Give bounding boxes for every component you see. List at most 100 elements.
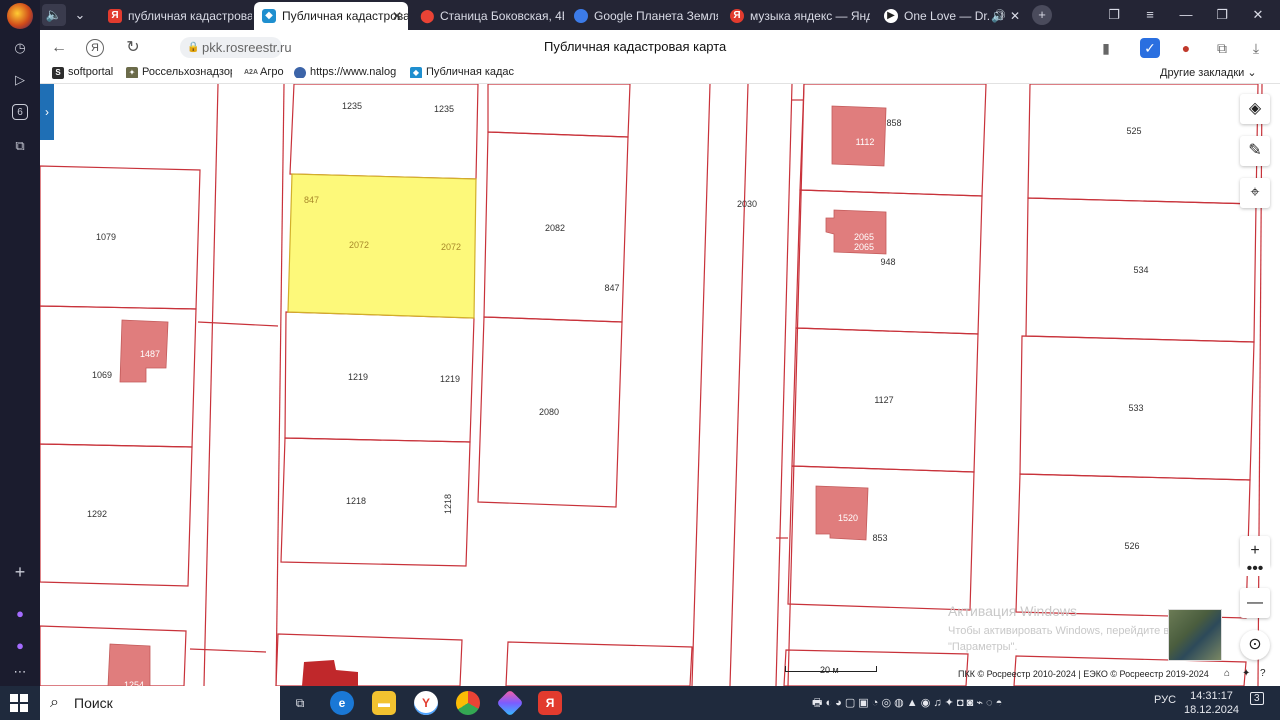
ruler-icon[interactable]: ✎ xyxy=(1240,136,1270,166)
taskbar-search[interactable]: ⌕ Поиск xyxy=(40,686,280,720)
page-title: Публичная кадастровая карта xyxy=(544,39,727,54)
back-icon[interactable]: ← xyxy=(48,37,70,59)
parcel-label: 2072 xyxy=(349,240,369,250)
zoom-out-icon[interactable]: — xyxy=(1240,588,1270,618)
search-placeholder: Поиск xyxy=(74,695,113,711)
parcel-label: 534 xyxy=(1133,265,1148,275)
chrome-icon[interactable] xyxy=(456,691,480,715)
play-icon: ▶ xyxy=(884,9,898,23)
badge-six-icon[interactable]: 6 xyxy=(12,104,28,120)
menu-icon[interactable]: ≡ xyxy=(1136,4,1164,26)
tab-label: Публичная кадастрова xyxy=(282,9,408,23)
tab-label: Станица Боковская, 4Б xyxy=(440,9,564,23)
share-icon[interactable]: ⧉ xyxy=(1212,38,1232,58)
bookmark-rosselkhoznadzor[interactable]: ✦ Россельхознадзор xyxy=(126,66,232,78)
parcel-1079 xyxy=(40,165,201,310)
tab-0[interactable]: Я публичная кадастровая xyxy=(100,2,252,30)
extension-icon[interactable]: ✓ xyxy=(1140,38,1160,58)
building-label: 2065 xyxy=(854,242,874,252)
parcel-label-layer: 1235 1235 847 2072 2072 1079 2082 847 10… xyxy=(87,101,1149,551)
zoom-dots-icon: ••• xyxy=(1240,561,1270,577)
history-icon[interactable]: ◷ xyxy=(10,38,30,58)
bookmark-label: Россельхознадзор xyxy=(142,66,232,78)
bookmark-softportal[interactable]: S softportal xyxy=(52,66,113,79)
building-label: 1520 xyxy=(838,513,858,523)
cadastral-map[interactable]: 1235 1235 847 2072 2072 1079 2082 847 10… xyxy=(40,84,1280,686)
tab-3[interactable]: Google Планета Земля xyxy=(566,2,718,30)
other-bookmarks-label: Другие закладки xyxy=(1160,67,1245,79)
screenshot-icon[interactable]: ⧉ xyxy=(10,136,30,156)
building-label-layer: 1487 1112 2065 2065 1520 1254 xyxy=(124,137,874,686)
sidebar-toggle-chevron-icon[interactable]: › xyxy=(40,84,54,140)
restore-icon[interactable]: ❐ xyxy=(1208,4,1236,26)
tab-5[interactable]: ▶ One Love — Dr. Al 🔊 ✕ xyxy=(876,2,1026,30)
file-explorer-icon[interactable]: ▬ xyxy=(372,691,396,715)
tab-strip: 🔈 ⌄ Я публичная кадастровая ◆ Публичная … xyxy=(40,0,1280,30)
notifications-icon[interactable]: 3 xyxy=(1250,692,1264,705)
parcel-top-right-mid xyxy=(487,84,631,138)
url-field[interactable]: 🔒 pkk.rosreestr.ru xyxy=(180,37,292,58)
browser-side-rail: ◷ ▷ 6 ⧉ + ● ● ⋯ xyxy=(0,0,40,686)
tab-audio-icon[interactable]: 🔊 xyxy=(991,2,1006,30)
rosreestr-icon: ◆ xyxy=(410,67,422,78)
tab-list-chevron-icon[interactable]: ⌄ xyxy=(68,4,92,26)
parcel-boundaries xyxy=(40,84,1263,686)
play-circle-icon[interactable]: ▷ xyxy=(10,70,30,90)
parcel-label: 2072 xyxy=(441,242,461,252)
minimize-icon[interactable]: — xyxy=(1172,4,1200,26)
more-icon[interactable]: ⋯ xyxy=(10,662,30,682)
reload-icon[interactable]: ↻ xyxy=(122,37,144,59)
parcel-label: 2030 xyxy=(737,199,757,209)
messenger-icon[interactable]: ● xyxy=(10,636,30,656)
help-icon[interactable]: ? xyxy=(1260,668,1266,679)
edge-icon[interactable]: e xyxy=(330,691,354,715)
system-clock[interactable]: 14:31:17 18.12.2024 xyxy=(1184,689,1239,717)
alice-icon[interactable]: ● xyxy=(10,604,30,624)
speaker-icon[interactable]: 🔈 xyxy=(42,4,66,26)
building-label: 2065 xyxy=(854,232,874,242)
profile-icon[interactable]: ● xyxy=(1176,38,1196,58)
parcel-1292 xyxy=(40,443,193,587)
task-view-icon[interactable]: ⧉ xyxy=(288,691,312,715)
bookmark-cadastral[interactable]: ◆ Публичная кадаст xyxy=(410,66,514,78)
yandex-browser-icon[interactable]: Y xyxy=(414,691,438,715)
yandex-search-icon[interactable]: Я xyxy=(86,39,104,57)
app-prism-icon[interactable] xyxy=(496,689,524,717)
download-icon[interactable]: ⤓ xyxy=(1246,38,1266,58)
agro-icon: A2A xyxy=(244,69,259,76)
bookmark-nalog[interactable]: https://www.nalog xyxy=(294,66,396,78)
tab-collections-icon[interactable]: ❐ xyxy=(1100,4,1128,26)
tab-2[interactable]: ⬤ Станица Боковская, 4Б xyxy=(412,2,564,30)
address-bar: ← Я ↻ 🔒 pkk.rosreestr.ru Публичная кадас… xyxy=(40,30,1280,64)
browser-logo-icon[interactable] xyxy=(7,3,33,29)
close-tab-icon[interactable]: ✕ xyxy=(392,2,402,30)
parcel-label: 948 xyxy=(880,257,895,267)
clock-time: 14:31:17 xyxy=(1190,690,1233,702)
parcel-label: 1235 xyxy=(342,101,362,111)
windows-start-icon[interactable] xyxy=(10,694,28,712)
other-bookmarks[interactable]: Другие закладки ⌄ xyxy=(1160,66,1257,79)
map-canvas[interactable]: 1235 1235 847 2072 2072 1079 2082 847 10… xyxy=(40,84,1280,686)
yandex-app-icon[interactable]: Я xyxy=(538,691,562,715)
yandex-icon: Я xyxy=(108,9,122,23)
tab-4[interactable]: Я музыка яндекс — Янде xyxy=(722,2,870,30)
close-tab-icon[interactable]: ✕ xyxy=(1010,2,1020,30)
tab-1[interactable]: ◆ Публичная кадастрова ✕ xyxy=(254,2,408,30)
parcel-label: 2082 xyxy=(545,223,565,233)
tab-label: Google Планета Земля xyxy=(594,9,718,23)
tray-icons[interactable]: 🖶 ◐ ◕ ▢ ▣ ◔ ◎ ◍ ▲ ◉ ♫ ✦ ◘ ◙ ⌁ ◌ ◓ xyxy=(812,694,1002,713)
bookmark-icon[interactable]: ▮ xyxy=(1096,38,1116,58)
layers-icon[interactable]: ◈ xyxy=(1240,94,1270,124)
language-indicator[interactable]: РУС xyxy=(1154,694,1176,706)
tab-label: публичная кадастровая xyxy=(128,9,252,23)
compass-icon[interactable]: ⊙ xyxy=(1240,630,1270,660)
home-icon[interactable]: ⌂ xyxy=(1224,668,1230,679)
locate-icon[interactable]: ⌖ xyxy=(1240,178,1270,208)
add-panel-icon[interactable]: + xyxy=(10,562,30,582)
building-label: 1487 xyxy=(140,349,160,359)
close-window-icon[interactable]: ✕ xyxy=(1244,4,1272,26)
new-tab-icon[interactable]: + xyxy=(1032,5,1052,25)
basemap-thumbnail[interactable] xyxy=(1168,609,1222,661)
bookmark-agro[interactable]: A2A Агро xyxy=(244,66,284,78)
settings-icon[interactable]: ✦ xyxy=(1242,668,1250,679)
